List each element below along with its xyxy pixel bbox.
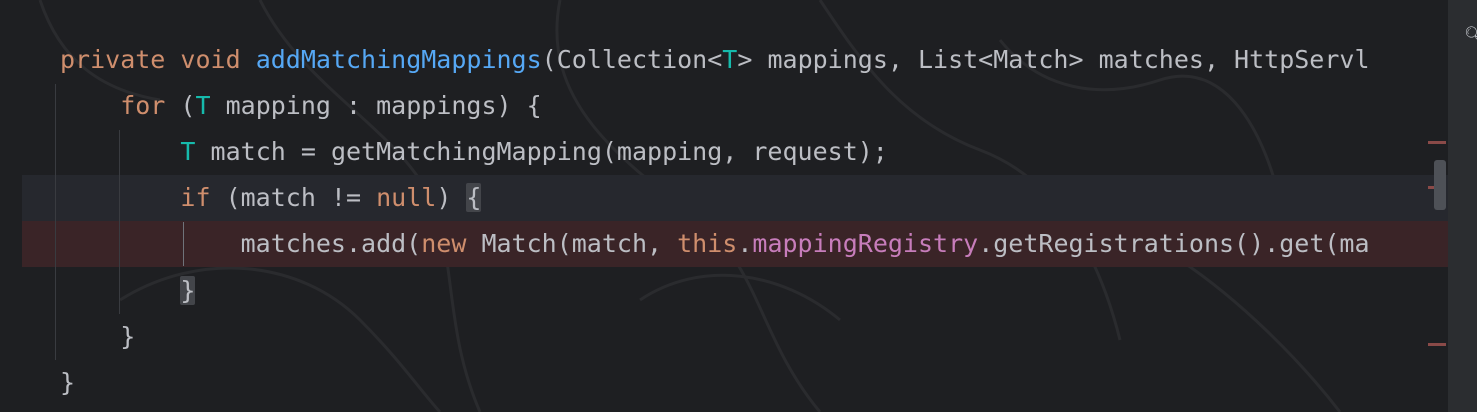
code-token: ( [180,91,196,120]
code-token: match = getMatchingMapping(mapping, requ… [195,137,888,166]
code-token: mapping : mappings) { [210,91,542,120]
code-token: this [677,229,738,258]
code-token: addMatchingMappings [255,45,542,74]
code-token: . [737,229,753,258]
code-token: void [180,45,256,74]
code-token: { [466,183,482,212]
code-token: } [60,322,136,351]
code-token: ) [436,183,467,212]
code-editor[interactable]: private void addMatchingMappings(Collect… [0,0,1477,412]
code-text: T match = getMatchingMapping(mapping, re… [60,129,888,175]
code-line-4[interactable]: if (match != null) { [22,175,1448,221]
code-token: if [60,183,226,212]
code-text: } [60,314,135,360]
code-token: (Collection< [541,45,723,74]
code-line-5[interactable]: matches.add(new Match(match, this.mappin… [22,221,1448,267]
code-text: if (match != null) { [60,175,482,221]
code-text: } [60,268,196,314]
scrollbar-thumb[interactable] [1434,160,1446,210]
code-text: for (T mapping : mappings) { [60,83,542,129]
code-token: > mappings, List<Match> matches, HttpSer… [737,45,1370,74]
indent-guide [119,130,120,314]
code-line-8[interactable]: } [0,360,1448,406]
editor-scrollbar-track[interactable] [1448,0,1477,412]
indent-guide-active [183,222,184,266]
code-line-2[interactable]: for (T mapping : mappings) { [0,83,1448,129]
code-token: null [376,183,437,212]
code-token: matches.add( [60,229,422,258]
code-line-1[interactable]: private void addMatchingMappings(Collect… [0,37,1448,83]
code-token: new [421,229,482,258]
magnifier-hint-icon[interactable]: 🔍︎ [1464,27,1477,43]
code-token: T [195,91,211,120]
code-token: Match(match, [481,229,678,258]
code-line-6[interactable]: } [0,268,1448,314]
code-line-7[interactable]: } [0,314,1448,360]
code-token: mappingRegistry [752,229,979,258]
indent-guide [55,84,56,360]
code-token: .getRegistrations().get(ma [978,229,1370,258]
code-token: private [60,45,181,74]
code-text: private void addMatchingMappings(Collect… [60,37,1370,83]
code-token: (match != [225,183,377,212]
code-token: for [60,91,181,120]
code-line-3[interactable]: T match = getMatchingMapping(mapping, re… [0,129,1448,175]
error-stripe-marker[interactable] [1428,343,1446,346]
code-text: matches.add(new Match(match, this.mappin… [60,221,1370,267]
error-stripe-marker[interactable] [1428,141,1446,144]
code-token: } [60,368,76,397]
code-token: T [722,45,738,74]
code-text: } [60,360,75,406]
code-token: T [180,137,196,166]
code-token: } [180,276,196,305]
